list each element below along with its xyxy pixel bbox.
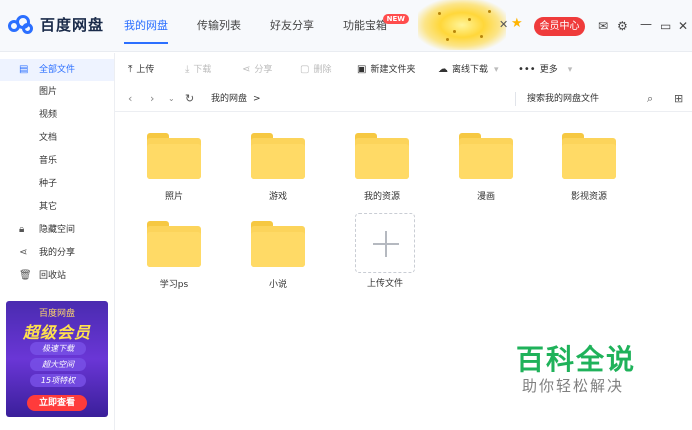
folder-item[interactable]: 游戏 (244, 133, 314, 213)
sidebar-item-hidden-space[interactable]: 🔒︎ 隐藏空间 (0, 219, 114, 241)
tab-friend-share[interactable]: 好友分享 (270, 0, 314, 52)
share-icon: ⋖ (242, 64, 251, 75)
cloud-logo-icon (8, 14, 34, 35)
watermark-subtitle: 助你轻松解决 (522, 377, 625, 395)
banner-feature: 15项特权 (30, 374, 86, 387)
sidebar-item-my-shares[interactable]: ⋖ 我的分享 (0, 242, 114, 264)
promo-sparkle-icon[interactable] (418, 0, 506, 50)
sidebar-item-torrents[interactable]: 种子 (0, 173, 114, 195)
folder-item[interactable]: 学习ps (140, 221, 210, 301)
banner-brand: 百度网盘 (38, 309, 75, 319)
settings-icon[interactable]: ⚙ (617, 18, 628, 34)
app-brand: 百度网盘 (40, 16, 105, 34)
tab-transfer-list[interactable]: 传输列表 (197, 0, 241, 52)
cloud-download-icon: ☁ (438, 64, 448, 75)
star-icon[interactable]: ★ (511, 16, 523, 31)
promo-close-icon[interactable]: ✕ (499, 18, 508, 31)
upload-button[interactable]: ⤒ 上传 (128, 53, 154, 86)
folder-icon (355, 133, 409, 179)
delete-button[interactable]: ▢ 删除 (300, 53, 331, 86)
chevron-down-icon[interactable]: ⌄ (168, 86, 175, 112)
folder-icon (251, 133, 305, 179)
folder-item[interactable]: 小说 (244, 221, 314, 301)
folder-item[interactable]: 漫画 (452, 133, 522, 213)
main-nav: 我的网盘 传输列表 好友分享 功能宝箱 NEW (124, 0, 416, 52)
sidebar-item-images[interactable]: 图片 (0, 81, 114, 103)
folder-icon (147, 221, 201, 267)
new-folder-icon: ▣ (357, 64, 367, 75)
folder-icon (459, 133, 513, 179)
folder-item[interactable]: 影视资源 (555, 133, 625, 213)
new-badge: NEW (382, 14, 409, 24)
banner-feature: 超大空间 (30, 358, 86, 371)
forward-icon[interactable]: › (150, 86, 154, 112)
file-icon: ▤ (19, 64, 29, 75)
more-button[interactable]: ••• 更多 ▾ (518, 53, 572, 86)
divider (515, 92, 516, 106)
banner-view-now-button[interactable]: 立即查看 (27, 395, 87, 411)
sidebar-item-music[interactable]: 音乐 (0, 150, 114, 172)
sidebar: ▤ 全部文件 图片 视频 文档 音乐 种子 其它 🔒︎ 隐藏空间 ⋖ 我的分享 … (0, 53, 115, 430)
trash-icon: 🗑︎ (19, 270, 32, 281)
banner-feature: 极速下载 (30, 342, 86, 355)
sidebar-item-all-files[interactable]: ▤ 全部文件 (0, 59, 114, 81)
watermark-title: 百科全说 (516, 343, 637, 376)
upload-file-tile[interactable] (355, 213, 415, 273)
search-input[interactable] (527, 90, 637, 108)
folder-icon (251, 221, 305, 267)
refresh-icon[interactable]: ↻ (185, 86, 194, 112)
toolbar: ⤒ 上传 ⤓ 下载 ⋖ 分享 ▢ 删除 ▣ 新建文件夹 ☁ 离线下载 ▾ ••• 更多 ▾ (115, 53, 692, 86)
download-button[interactable]: ⤓ 下载 (185, 53, 211, 86)
vip-center-button[interactable]: 会员中心 (534, 17, 585, 36)
delete-icon: ▢ (300, 64, 310, 75)
download-icon: ⤓ (185, 64, 190, 75)
banner-title: 超级会员 (22, 323, 91, 342)
upload-file-label: 上传文件 (366, 279, 403, 289)
sidebar-item-other[interactable]: 其它 (0, 196, 114, 218)
address-bar: ‹ › ⌄ ↻ 我的网盘 > ⌕ ⊞ (115, 86, 692, 112)
back-icon[interactable]: ‹ (128, 86, 132, 112)
mail-icon[interactable]: ✉ (598, 18, 608, 34)
upload-icon: ⤒ (128, 64, 133, 75)
grid-view-icon[interactable]: ⊞ (674, 86, 683, 112)
folder-icon (562, 133, 616, 179)
vip-promo-banner[interactable]: 百度网盘 超级会员 极速下载 超大空间 15项特权 立即查看 (6, 301, 108, 417)
minimize-icon[interactable]: — (640, 16, 652, 32)
folder-item[interactable]: 照片 (140, 133, 210, 213)
sidebar-item-recycle-bin[interactable]: 🗑︎ 回收站 (0, 265, 114, 287)
breadcrumb[interactable]: 我的网盘 (211, 86, 247, 112)
share-button[interactable]: ⋖ 分享 (242, 53, 272, 86)
lock-icon: 🔒︎ (19, 224, 25, 235)
folder-icon (147, 133, 201, 179)
title-bar: 百度网盘 我的网盘 传输列表 好友分享 功能宝箱 NEW ✕ ★ 会员中心 ✉ … (0, 0, 692, 52)
offline-download-button[interactable]: ☁ 离线下载 ▾ (438, 53, 499, 86)
sidebar-item-documents[interactable]: 文档 (0, 127, 114, 149)
search-icon[interactable]: ⌕ (647, 86, 653, 112)
more-icon: ••• (518, 64, 536, 75)
share-icon: ⋖ (19, 247, 28, 258)
folder-item[interactable]: 我的资源 (348, 133, 418, 213)
new-folder-button[interactable]: ▣ 新建文件夹 (357, 53, 415, 86)
tab-my-netdisk[interactable]: 我的网盘 (124, 0, 168, 52)
breadcrumb-separator: > (253, 94, 261, 104)
maximize-icon[interactable]: ▭ (660, 18, 671, 34)
close-icon[interactable]: ✕ (678, 18, 688, 34)
tab-feature-box[interactable]: 功能宝箱 NEW (343, 0, 409, 52)
app-logo[interactable]: 百度网盘 (8, 14, 104, 35)
sidebar-item-videos[interactable]: 视频 (0, 104, 114, 126)
